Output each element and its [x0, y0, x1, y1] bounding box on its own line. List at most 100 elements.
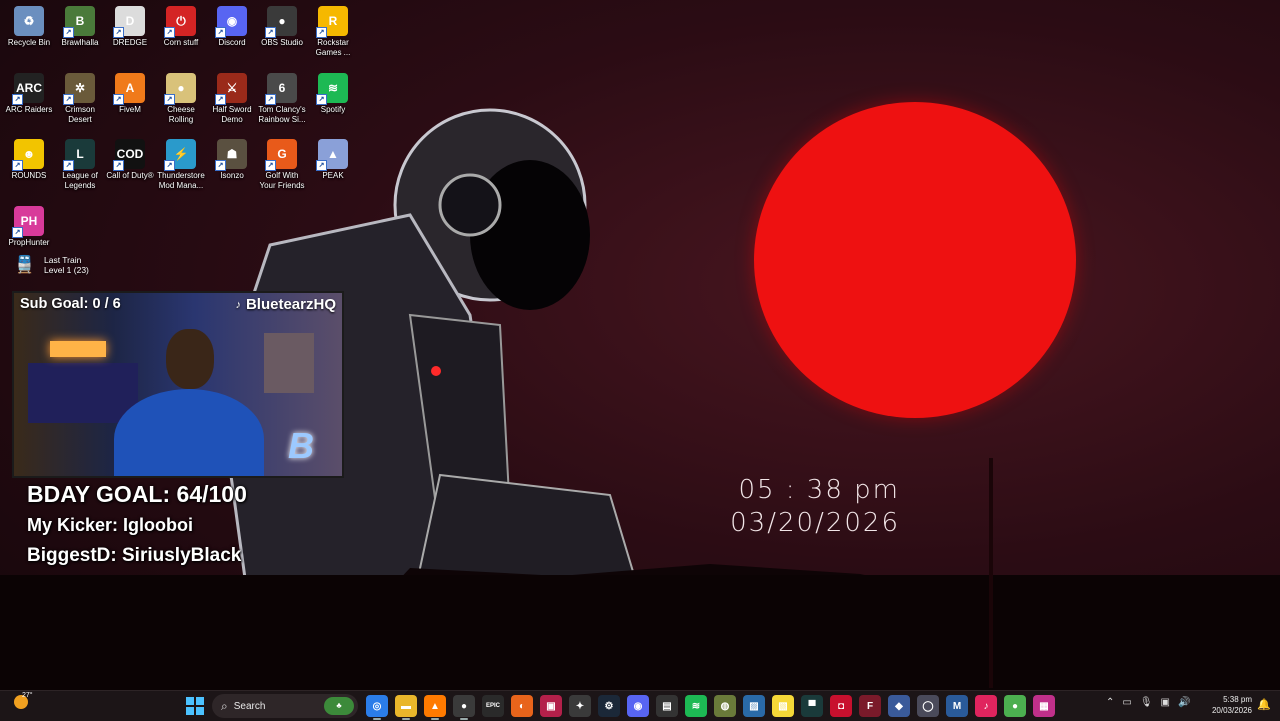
taskbar-app-steam-icon[interactable]: ⚙ — [598, 695, 620, 717]
desktop-icon[interactable]: ≋ ↗ Spotify — [308, 67, 358, 115]
desktop-icon-label: ROUNDS — [11, 171, 47, 180]
train-icon: 🚆 — [14, 255, 36, 274]
shortcut-arrow-icon: ↗ — [164, 94, 175, 105]
desktop-icon-label: Brawlhalla — [61, 38, 99, 47]
desktop-icon[interactable]: L ↗ League of Legends — [55, 133, 105, 191]
obs-studio-icon: ● ↗ — [265, 6, 297, 38]
notification-bell-icon[interactable]: 🔔 — [1257, 698, 1271, 711]
desktop-widget-last-train[interactable]: 🚆 Last Train Level 1 (23) — [14, 255, 89, 275]
webcam-wall-poster — [264, 333, 314, 393]
desktop-icon[interactable]: R ↗ Rockstar Games ... — [308, 0, 358, 58]
desktop-icon-label: League of Legends — [62, 171, 98, 190]
desktop-icon[interactable]: ⏻ ↗ Corn stuff — [156, 0, 206, 48]
shortcut-arrow-icon: ↗ — [316, 94, 327, 105]
fivem-icon: A ↗ — [113, 73, 145, 105]
chevron-up-icon[interactable]: ⌃ — [1106, 697, 1114, 708]
shortcut-arrow-icon: ↗ — [316, 27, 327, 38]
taskbar-app-photos-icon[interactable]: ▨ — [743, 695, 765, 717]
taskbar-app-medal-icon[interactable]: M — [946, 695, 968, 717]
desktop-icon[interactable]: ⚔ ↗ Half Sword Demo — [207, 67, 257, 125]
taskbar-app-spotify-icon[interactable]: ≋ — [685, 695, 707, 717]
shortcut-arrow-icon: ↗ — [12, 94, 23, 105]
tray-app-icon[interactable]: ▭ — [1122, 697, 1131, 708]
taskbar-app-sticky-notes-icon[interactable]: ▧ — [772, 695, 794, 717]
corn-stuff-icon: ⏻ ↗ — [164, 6, 196, 38]
desktop-icon-label: PropHunter — [8, 238, 50, 247]
taskbar-app-epic-games-icon[interactable]: EPIC — [482, 695, 504, 717]
taskbar-app-app-round-icon[interactable]: ◍ — [714, 695, 736, 717]
cheese-rolling-icon: ● ↗ — [164, 73, 196, 105]
recycle-bin-icon: ♻ — [14, 6, 44, 36]
taskbar-app-vlc-icon[interactable]: ▲ — [424, 695, 446, 720]
half-sword-icon: ⚔ ↗ — [215, 73, 247, 105]
desktop-icon[interactable]: ◉ ↗ Discord — [207, 0, 257, 48]
desktop-icon[interactable]: ⚡ ↗ Thunderstore Mod Mana... — [156, 133, 206, 191]
streamer-username: BluetearzHQ — [245, 296, 336, 313]
brawlhalla-icon: B ↗ — [63, 6, 95, 38]
desktop-icon[interactable]: PH ↗ PropHunter — [4, 200, 54, 248]
thunderstore-icon: ⚡ ↗ — [164, 139, 196, 171]
taskbar-app-app-capture-icon[interactable]: ▤ — [656, 695, 678, 717]
desktop-icon[interactable]: B ↗ Brawlhalla — [55, 0, 105, 48]
taskbar-search[interactable]: ⌕ Search ♣ — [212, 694, 358, 718]
taskbar-app-app-gray-icon[interactable]: ◯ — [917, 695, 939, 717]
desktop-icon[interactable]: ✲ ↗ Crimson Desert — [55, 67, 105, 125]
desktop-icon[interactable]: 6 ↗ Tom Clancy's Rainbow Si... — [257, 67, 307, 125]
shortcut-arrow-icon: ↗ — [265, 160, 276, 171]
dredge-icon: D ↗ — [113, 6, 145, 38]
arc-raiders-icon: ARC ↗ — [12, 73, 44, 105]
taskbar-clock[interactable]: 5:38 pm 20/03/2026 — [1206, 694, 1252, 716]
taskbar-app-app-pink-icon[interactable]: ▦ — [1033, 695, 1055, 717]
volume-icon[interactable]: 🔊 — [1178, 697, 1190, 708]
shortcut-arrow-icon: ↗ — [12, 227, 23, 238]
taskbar-app-app-green-icon[interactable]: ● — [1004, 695, 1026, 717]
desktop-icon-label: Tom Clancy's Rainbow Si... — [258, 105, 306, 124]
taskbar-app-chrome-icon[interactable]: ◎ — [366, 695, 388, 720]
shortcut-arrow-icon: ↗ — [113, 160, 124, 171]
wallpaper-time: 05 : 38 pm — [738, 475, 900, 505]
desktop-icon-label: Rockstar Games ... — [315, 38, 351, 57]
shortcut-arrow-icon: ↗ — [316, 160, 327, 171]
last-train-level: Level 1 (23) — [44, 265, 89, 275]
taskbar-apps: ◎ ▬ ▲ ● EPIC ◐ ▣ ✦ ⚙ ◉ ▤ ≋ ◍ ▨ ▧ ▀ ◘ F ◆ ◯ M ♪ ● ▦ — [366, 695, 1055, 720]
shortcut-arrow-icon: ↗ — [113, 94, 124, 105]
desktop-icon[interactable]: A ↗ FiveM — [105, 67, 155, 115]
desktop-icon-label: FiveM — [119, 105, 141, 114]
network-icon[interactable]: ▣ — [1161, 697, 1170, 708]
desktop-icon-label: Half Sword Demo — [212, 105, 252, 124]
desktop-icon[interactable]: G ↗ Golf With Your Friends — [257, 133, 307, 191]
desktop-icon[interactable]: D ↗ DREDGE — [105, 0, 155, 48]
taskbar-app-app-nvidia-icon[interactable]: ✦ — [569, 695, 591, 717]
weather-widget[interactable]: 27° — [14, 692, 33, 709]
taskbar-app-firefox-icon[interactable]: ◐ — [511, 695, 533, 717]
start-button[interactable] — [186, 697, 204, 715]
taskbar-app-tiktok-icon[interactable]: ♪ — [975, 695, 997, 717]
taskbar-app-app-red-icon[interactable]: ▣ — [540, 695, 562, 717]
desktop-icon[interactable]: ☗ ↗ Isonzo — [207, 133, 257, 181]
shortcut-arrow-icon: ↗ — [63, 94, 74, 105]
sub-goal: Sub Goal: 0 / 6 — [20, 296, 121, 312]
desktop-icon[interactable]: ☻ ↗ ROUNDS — [4, 133, 54, 181]
desktop-icon[interactable]: ♻ Recycle Bin — [4, 0, 54, 48]
taskbar-app-app-red2-icon[interactable]: ◘ — [830, 695, 852, 717]
desktop-icon[interactable]: ● ↗ Cheese Rolling — [156, 67, 206, 125]
desktop-icon[interactable]: ▲ ↗ PEAK — [308, 133, 358, 181]
taskbar-app-file-explorer-icon[interactable]: ▬ — [395, 695, 417, 720]
antenna-pole — [989, 458, 993, 688]
desktop-icon[interactable]: COD ↗ Call of Duty® — [105, 133, 155, 181]
channel-logo-icon: B — [288, 425, 314, 466]
biggest-donor: BiggestD: SiriuslyBlack — [27, 545, 242, 566]
desktop-icon[interactable]: ARC ↗ ARC Raiders — [4, 67, 54, 115]
taskbar-app-app-diamond-icon[interactable]: ◆ — [888, 695, 910, 717]
microphone-icon[interactable]: 🎙 — [1140, 697, 1153, 708]
taskbar: 27° ⌕ Search ♣ ◎ ▬ ▲ ● EPIC ◐ ▣ ✦ ⚙ ◉ ▤ ≋ ◍ ▨ ▧ ▀ ◘ F ◆ ◯ M ♪… — [0, 690, 1280, 721]
taskbar-app-discord-icon[interactable]: ◉ — [627, 695, 649, 717]
weather-temp: 27° — [22, 692, 33, 699]
desktop-icon-label: Crimson Desert — [65, 105, 95, 124]
taskbar-app-app-dark-icon[interactable]: ▀ — [801, 695, 823, 717]
taskbar-app-app-f-icon[interactable]: F — [859, 695, 881, 717]
desktop-icon-label: Discord — [218, 38, 246, 47]
desktop-icon[interactable]: ● ↗ OBS Studio — [257, 0, 307, 48]
taskbar-app-obs-icon[interactable]: ● — [453, 695, 475, 720]
desktop-icon-label: Cheese Rolling — [167, 105, 195, 124]
